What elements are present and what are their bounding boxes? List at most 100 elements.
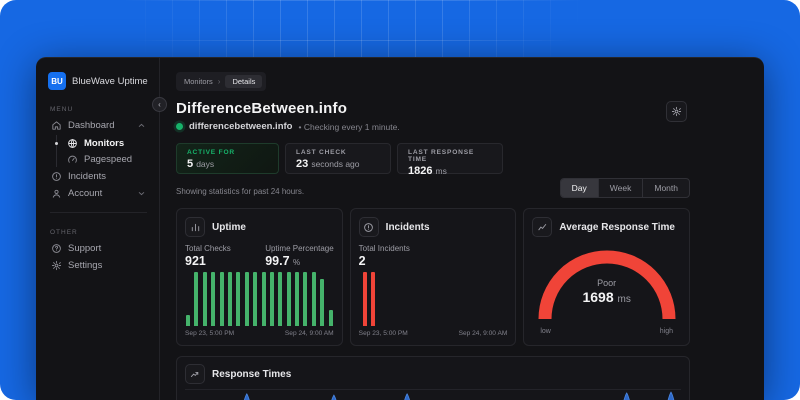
panel-title: Uptime [212, 221, 246, 233]
incident-bar [371, 272, 376, 326]
uptime-bar [295, 272, 300, 326]
sidebar-section-menu-label: MENU [50, 106, 74, 113]
sidebar-divider [50, 212, 147, 213]
uptime-bar-chart [185, 272, 334, 326]
uptime-bar [320, 279, 325, 326]
page-background: BU BlueWave Uptime MENU Dashboard Monito… [0, 0, 800, 400]
total-checks-label: Total Checks [185, 244, 231, 253]
sidebar-dashboard-subnav: Monitors Pagespeed [55, 135, 149, 167]
sidebar-collapse-button[interactable]: ‹ [152, 97, 167, 112]
tab-month[interactable]: Month [642, 179, 689, 197]
help-icon [51, 243, 62, 254]
alert-circle-icon [358, 217, 379, 237]
statistics-note: Showing statistics for past 24 hours. [176, 187, 305, 196]
checking-interval-text: • Checking every 1 minute. [298, 121, 400, 132]
sidebar-item-incidents[interactable]: Incidents [48, 168, 149, 185]
uptime-bar [269, 272, 274, 326]
sidebar-item-pagespeed[interactable]: Pagespeed [64, 151, 149, 167]
range-tabs: Day Week Month [559, 178, 690, 198]
uptime-bar [328, 309, 333, 326]
alert-circle-icon [51, 171, 62, 182]
breadcrumb-details[interactable]: Details [225, 75, 263, 88]
uptime-bar [311, 272, 316, 326]
monitor-host: differencebetween.info [189, 121, 293, 132]
uptime-bar [194, 272, 199, 326]
page-title: DifferenceBetween.info [176, 100, 348, 117]
panel-title: Incidents [385, 221, 430, 233]
uptime-bar [211, 272, 216, 326]
breadcrumb-monitors[interactable]: Monitors [184, 77, 213, 86]
uptime-panel: Uptime Total Checks 921 Uptime Percentag… [176, 208, 343, 346]
sidebar-item-label: Pagespeed [84, 153, 133, 165]
panel-title: Response Times [212, 368, 292, 380]
uptime-bar [236, 272, 241, 326]
status-up-dot [176, 123, 183, 130]
stat-card-active-for: ACTIVE FOR 5 days [176, 143, 279, 174]
response-times-path [243, 391, 675, 400]
sidebar: BU BlueWave Uptime MENU Dashboard Monito… [36, 58, 160, 400]
response-times-chart [185, 389, 681, 400]
stat-cards-row: ACTIVE FOR 5 days LAST CHECK 23 seconds … [176, 143, 690, 177]
incident-bar [363, 272, 368, 326]
uptime-bar [202, 272, 207, 326]
app-window: BU BlueWave Uptime MENU Dashboard Monito… [36, 57, 764, 400]
sidebar-item-monitors[interactable]: Monitors [55, 135, 149, 151]
app-name: BlueWave Uptime [72, 75, 148, 87]
axis-start-label: Sep 23, 5:00 PM [358, 330, 408, 337]
gauge-max-label: high [659, 328, 674, 335]
total-incidents-value: 2 [358, 254, 366, 268]
response-times-panel: Response Times [176, 356, 690, 400]
breadcrumb-separator: › [217, 77, 221, 86]
app-logo[interactable]: BU [48, 72, 66, 90]
bar-chart-icon [185, 217, 205, 237]
uptime-bar [278, 272, 283, 326]
sidebar-item-label: Monitors [84, 137, 125, 149]
uptime-bar [186, 315, 190, 326]
sidebar-item-label: Support [68, 243, 102, 254]
stat-card-value: 1826 ms [408, 165, 447, 177]
incidents-panel: Incidents Total Incidents 2 Sep 23, 5:00… [349, 208, 517, 346]
speedometer-icon [67, 154, 78, 165]
uptime-bar [227, 272, 232, 326]
gear-icon [51, 260, 62, 271]
active-item-dot [55, 141, 58, 145]
chevron-up-icon[interactable] [137, 121, 146, 130]
breadcrumb: Monitors › Details [176, 72, 267, 91]
sidebar-item-support[interactable]: Support [48, 240, 149, 257]
uptime-bar [253, 272, 258, 326]
configure-gear-icon [671, 106, 682, 117]
globe-icon [67, 138, 78, 149]
incidents-bar-chart [359, 272, 508, 326]
uptime-percentage-value: 99.7 % [265, 254, 301, 268]
tab-day[interactable]: Day [560, 179, 598, 197]
app-logo-row: BU BlueWave Uptime [48, 72, 149, 90]
sidebar-item-settings[interactable]: Settings [48, 257, 149, 274]
uptime-bar [261, 272, 266, 326]
stat-card-label: LAST RESPONSE TIME [408, 149, 475, 163]
uptime-bar [244, 272, 249, 326]
configure-monitor-button[interactable] [666, 101, 687, 122]
stat-card-last-response-time: LAST RESPONSE TIME 1826 ms [397, 143, 503, 177]
sidebar-item-label: Settings [68, 260, 103, 271]
uptime-bar [286, 272, 291, 326]
main-content: Monitors › Details DifferenceBetween.inf… [160, 58, 764, 400]
tab-week[interactable]: Week [597, 179, 643, 197]
sidebar-item-account[interactable]: Account [48, 185, 149, 202]
monitor-status-row: differencebetween.info • Checking every … [176, 121, 690, 132]
sidebar-item-dashboard[interactable]: Dashboard [48, 117, 149, 134]
trend-line-icon [532, 217, 553, 237]
response-gauge: Poor 1698 ms low high [532, 239, 681, 337]
user-icon [51, 188, 62, 199]
total-checks-value: 921 [185, 254, 206, 268]
chevron-down-icon[interactable] [137, 189, 146, 198]
stat-card-label: ACTIVE FOR [187, 149, 235, 156]
gauge-label: Poor [597, 278, 617, 288]
uptime-percentage-label: Uptime Percentage [265, 244, 334, 253]
uptime-bar [303, 272, 308, 326]
sidebar-item-label: Account [68, 188, 103, 199]
stat-card-last-check: LAST CHECK 23 seconds ago [285, 143, 391, 174]
axis-end-label: Sep 24, 9:00 AM [284, 330, 334, 337]
activity-trend-icon [185, 364, 205, 384]
total-incidents-label: Total Incidents [358, 244, 410, 253]
sidebar-section-other-label: OTHER [50, 229, 78, 236]
